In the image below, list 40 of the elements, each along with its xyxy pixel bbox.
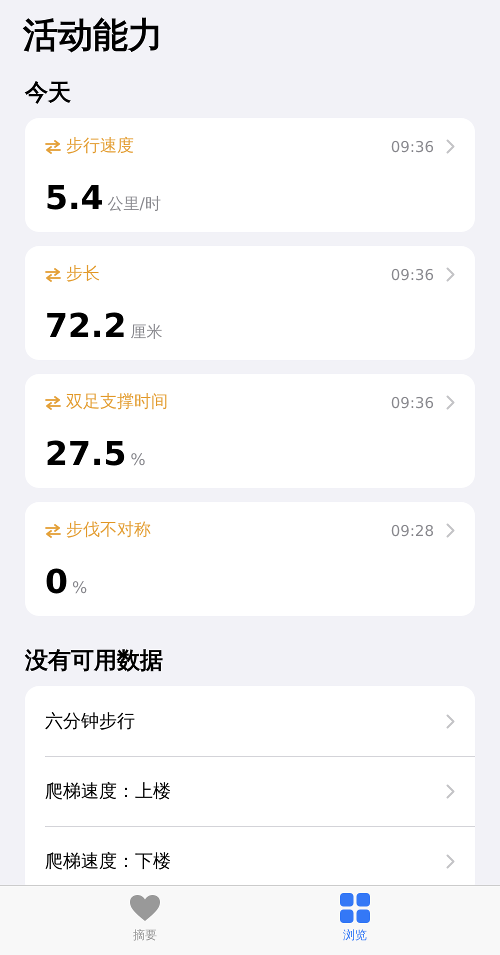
heart-icon [129,894,161,922]
page-title: 活动能力 [23,15,164,58]
metric-value: 72.2 [45,306,126,346]
section-heading: 今天 [25,79,72,108]
metric-label: 步伐不对称 [66,519,151,542]
metric-value: 5.4 [45,178,104,218]
metric-time: 09:28 [390,520,434,542]
list-item[interactable]: 爬梯速度：上楼 [45,778,171,805]
metric-unit: % [72,576,88,598]
metric-time: 09:36 [390,136,434,158]
chevron-icon [446,395,455,410]
swap-arrows-icon [45,268,61,282]
chevron-icon [446,267,455,282]
section-heading: 没有可用数据 [25,647,164,676]
chevron-icon [446,523,455,538]
chevron-icon [446,784,455,799]
metric-unit: 公里/时 [107,192,161,214]
metric-time: 09:36 [390,392,434,414]
chevron-icon [446,714,455,728]
grid-icon [340,893,370,923]
metric-value: 0 [45,562,68,602]
metric-label: 双足支撑时间 [66,391,168,414]
metric-card[interactable]: 步行速度 09:36 5.4 公里/时 [25,118,475,232]
metric-card[interactable]: 步长 09:36 72.2 厘米 [25,246,475,360]
metric-card[interactable]: 步伐不对称 09:28 0% [25,502,475,616]
swap-arrows-icon [45,140,61,154]
swap-arrows-icon [45,396,61,410]
metric-card[interactable]: 双足支撑时间 09:36 27.5% [25,374,475,488]
list-item[interactable]: 六分钟步行 [45,708,135,734]
chevron-icon [446,139,455,154]
metric-label: 步行速度 [66,135,134,158]
metric-label: 步长 [66,263,100,286]
metric-unit: 厘米 [130,320,162,342]
tab-button[interactable]: 浏览 [315,892,395,955]
list-item[interactable]: 爬梯速度：下楼 [45,848,171,875]
swap-arrows-icon [45,524,61,538]
metric-time: 09:36 [390,264,434,286]
metric-value: 27.5 [45,434,126,474]
chevron-icon [446,854,455,869]
metric-unit: % [130,448,146,470]
